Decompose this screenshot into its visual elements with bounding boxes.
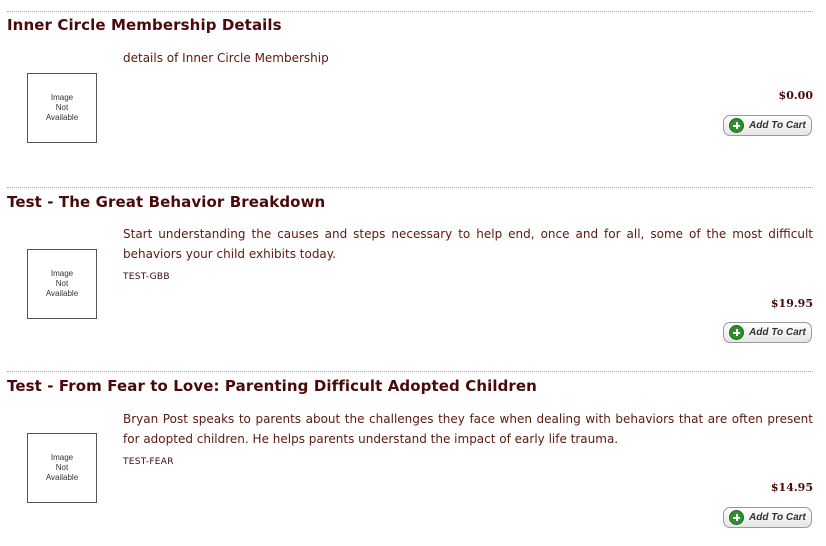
product-title[interactable]: Test - The Great Behavior Breakdown (7, 193, 325, 211)
add-to-cart-label: Add To Cart (749, 512, 806, 523)
product-image-placeholder[interactable]: Image Not Available (27, 73, 97, 143)
add-plus-icon (729, 510, 744, 525)
product-sku: TEST-FEAR (123, 457, 174, 467)
product-sku: TEST-GBB (123, 272, 170, 282)
add-to-cart-label: Add To Cart (749, 327, 806, 338)
product-title[interactable]: Test - From Fear to Love: Parenting Diff… (7, 377, 537, 395)
image-not-available-text: Image Not Available (45, 93, 79, 122)
product-description: Start understanding the causes and steps… (123, 227, 813, 261)
product-divider (7, 187, 813, 188)
product-image-placeholder[interactable]: Image Not Available (27, 249, 97, 319)
add-plus-icon (729, 118, 744, 133)
product-description: Bryan Post speaks to parents about the c… (123, 412, 813, 446)
image-not-available-text: Image Not Available (45, 453, 79, 482)
product-divider (7, 371, 813, 372)
add-to-cart-button[interactable]: Add To Cart (723, 322, 812, 343)
product-price: $14.95 (770, 481, 813, 494)
add-to-cart-button[interactable]: Add To Cart (723, 115, 812, 136)
product-divider (7, 11, 813, 12)
product-price: $19.95 (770, 297, 813, 310)
product-description: details of Inner Circle Membership (123, 51, 329, 65)
add-to-cart-label: Add To Cart (749, 120, 806, 131)
product-image-placeholder[interactable]: Image Not Available (27, 433, 97, 503)
image-not-available-text: Image Not Available (45, 269, 79, 298)
add-to-cart-button[interactable]: Add To Cart (723, 507, 812, 528)
product-title[interactable]: Inner Circle Membership Details (7, 16, 282, 34)
product-price: $0.00 (778, 89, 813, 102)
add-plus-icon (729, 325, 744, 340)
